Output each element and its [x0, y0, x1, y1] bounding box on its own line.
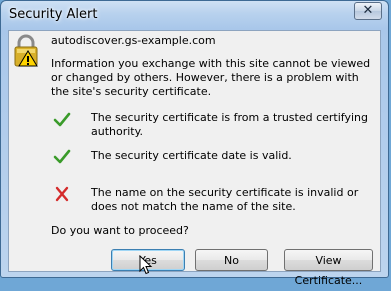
checkmark-icon	[53, 149, 71, 164]
no-button[interactable]: No	[195, 249, 268, 271]
padlock-warning-icon	[14, 34, 38, 67]
check-item-date-valid: The security certificate date is valid.	[91, 149, 292, 162]
check-item-trusted-authority: The security certificate is from a trust…	[91, 111, 368, 138]
check-item-name-invalid: The name on the security certificate is …	[91, 186, 359, 213]
window-title: Security Alert	[9, 7, 98, 22]
proceed-question: Do you want to proceed?	[51, 224, 189, 237]
view-certificate-button[interactable]: View Certificate...	[284, 249, 373, 287]
checkmark-icon	[53, 112, 71, 127]
info-message: Information you exchange with this site …	[51, 57, 371, 98]
dialog-body: autodiscover.gs-example.com Information …	[8, 30, 381, 287]
red-x-icon	[55, 186, 69, 202]
close-button[interactable]: ✕	[354, 2, 382, 20]
security-alert-window: Security Alert ✕ autodiscover.gs-example…	[0, 0, 389, 287]
mouse-cursor-icon	[139, 255, 153, 275]
title-bar[interactable]: Security Alert ✕	[1, 1, 388, 30]
site-address: autodiscover.gs-example.com	[51, 34, 216, 47]
